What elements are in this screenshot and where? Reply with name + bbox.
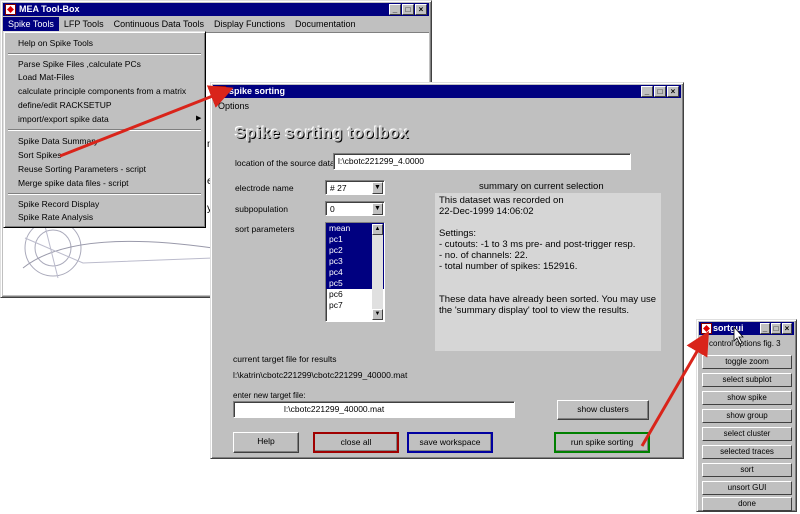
menu-spike-tools[interactable]: Spike Tools	[3, 17, 59, 31]
show-clusters-button[interactable]: show clusters	[557, 400, 649, 420]
close-button[interactable]: ×	[667, 86, 679, 97]
minimize-button[interactable]: _	[641, 86, 653, 97]
mea-toolbox-titlebar[interactable]: MEA Tool-Box _ □ ×	[3, 3, 429, 16]
source-file-input[interactable]: l:\cbotc221299_4.0000	[333, 153, 631, 170]
target-file-label: current target file for results	[233, 354, 337, 364]
show-spike-button[interactable]: show spike	[702, 391, 792, 405]
spike-tools-dropdown: Help on Spike Tools Parse Spike Files ,c…	[3, 31, 206, 228]
toolbox-heading: Spike sorting toolbox	[235, 125, 410, 142]
menu-separator	[8, 129, 201, 131]
summary-panel: This dataset was recorded on 22-Dec-1999…	[435, 193, 661, 351]
mea-menubar: Spike Tools LFP Tools Continuous Data To…	[3, 17, 429, 31]
menu-documentation[interactable]: Documentation	[290, 17, 361, 31]
maximize-button[interactable]: □	[654, 86, 666, 97]
minimize-button[interactable]: _	[760, 323, 770, 334]
select-cluster-button[interactable]: select cluster	[702, 427, 792, 441]
done-button[interactable]: done	[702, 497, 792, 511]
selected-traces-button[interactable]: selected traces	[702, 445, 792, 459]
menu-item-spike-rate-analysis[interactable]: Spike Rate Analysis	[18, 212, 93, 222]
control-options-label: control options fig. 3	[709, 339, 781, 348]
menu-item-merge-spike-files[interactable]: Merge spike data files - script	[18, 178, 129, 188]
new-target-value: l:\cbotc221299_40000.mat	[284, 404, 385, 414]
sort-parameters-label: sort parameters	[235, 224, 295, 234]
spike-sorting-titlebar[interactable]: spike sorting _ □ ×	[213, 85, 681, 98]
menu-item-calculate-pcs[interactable]: calculate principle components from a ma…	[18, 86, 186, 96]
matlab-icon	[701, 323, 712, 334]
spike-sorting-title: spike sorting	[229, 86, 286, 96]
electrode-select[interactable]: # 27 ▼	[325, 180, 385, 195]
save-workspace-button[interactable]: save workspace	[407, 432, 493, 453]
menu-item-reuse-sorting-parameters[interactable]: Reuse Sorting Parameters - script	[18, 164, 146, 174]
menu-separator	[8, 53, 201, 55]
maximize-button[interactable]: □	[771, 323, 781, 334]
menu-item-sort-spikes[interactable]: Sort Spikes	[18, 150, 61, 160]
list-scrollbar[interactable]: ▲ ▼	[372, 224, 383, 320]
unsort-gui-button[interactable]: unsort GUI	[702, 481, 792, 495]
close-all-button[interactable]: close all	[313, 432, 399, 453]
spike-sorting-window: spike sorting _ □ × Options Spike sortin…	[210, 82, 684, 459]
spike-sorting-menubar: Options	[213, 99, 681, 113]
subpopulation-value: 0	[330, 204, 335, 214]
summary-title: summary on current selection	[479, 181, 604, 192]
sort-parameters-list[interactable]: mean pc1 pc2 pc3 pc4 pc5 pc6 pc7 ▲ ▼	[325, 222, 385, 322]
chevron-down-icon[interactable]: ▼	[372, 182, 383, 194]
matlab-icon	[5, 4, 16, 15]
help-button[interactable]: Help	[233, 432, 299, 453]
source-file-label: location of the source data file	[235, 158, 348, 168]
menu-item-define-racksetup[interactable]: define/edit RACKSETUP	[18, 100, 112, 110]
maximize-button[interactable]: □	[402, 4, 414, 15]
sortgui-window: sortgui _ □ × control options fig. 3 tog…	[696, 319, 797, 512]
scroll-up-icon[interactable]: ▲	[372, 224, 383, 235]
select-subplot-button[interactable]: select subplot	[702, 373, 792, 387]
new-target-label: enter new target file:	[233, 391, 306, 400]
menu-item-spike-data-summary[interactable]: Spike Data Summary	[18, 136, 98, 146]
close-button[interactable]: ×	[782, 323, 792, 334]
show-group-button[interactable]: show group	[702, 409, 792, 423]
matlab-icon	[215, 86, 226, 97]
menu-item-spike-record-display[interactable]: Spike Record Display	[18, 199, 99, 209]
mea-toolbox-title: MEA Tool-Box	[19, 4, 80, 14]
menu-item-import-export[interactable]: import/export spike data	[18, 114, 109, 124]
menu-display-functions[interactable]: Display Functions	[209, 17, 290, 31]
toggle-zoom-button[interactable]: toggle zoom	[702, 355, 792, 369]
menu-options[interactable]: Options	[213, 99, 254, 113]
scroll-down-icon[interactable]: ▼	[372, 309, 383, 320]
sortgui-titlebar[interactable]: sortgui _ □ ×	[699, 322, 794, 335]
run-spike-sorting-button[interactable]: run spike sorting	[554, 432, 650, 453]
sort-button[interactable]: sort	[702, 463, 792, 477]
electrode-value: # 27	[330, 183, 347, 193]
subpopulation-label: subpopulation	[235, 204, 288, 214]
menu-item-load-mat-files[interactable]: Load Mat-Files	[18, 72, 74, 82]
sortgui-title: sortgui	[713, 323, 744, 333]
close-button[interactable]: ×	[415, 4, 427, 15]
target-file-value: l:\katrin\cbotc221299\cbotc221299_40000.…	[233, 370, 408, 380]
menu-separator	[8, 193, 201, 195]
menu-lfp-tools[interactable]: LFP Tools	[59, 17, 109, 31]
menu-continuous-data-tools[interactable]: Continuous Data Tools	[109, 17, 209, 31]
new-target-input[interactable]: l:\cbotc221299_40000.mat	[233, 401, 515, 418]
minimize-button[interactable]: _	[389, 4, 401, 15]
subpopulation-select[interactable]: 0 ▼	[325, 201, 385, 216]
menu-item-help-spike-tools[interactable]: Help on Spike Tools	[18, 38, 93, 48]
menu-item-parse-spike-files[interactable]: Parse Spike Files ,calculate PCs	[18, 59, 141, 69]
electrode-label: electrode name	[235, 183, 294, 193]
chevron-down-icon[interactable]: ▼	[372, 203, 383, 215]
submenu-arrow-icon: ▶	[196, 115, 202, 122]
